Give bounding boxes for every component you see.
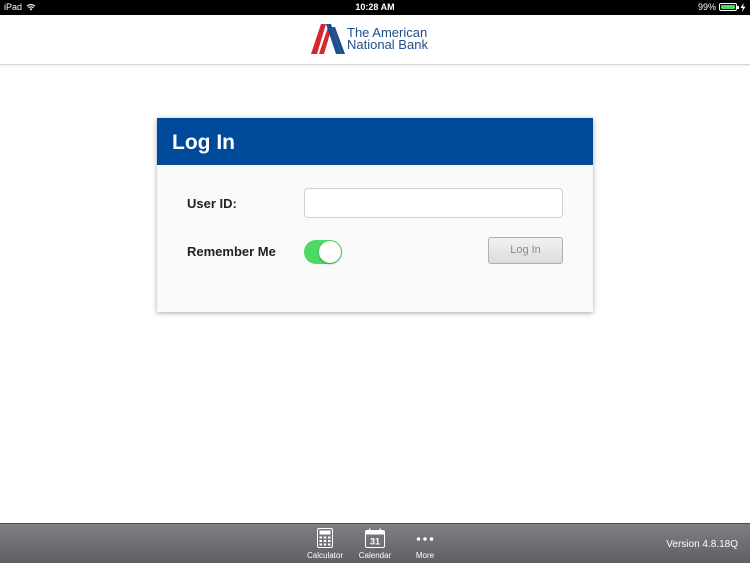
login-card-title: Log In bbox=[157, 118, 593, 165]
more-label: More bbox=[415, 551, 435, 560]
battery-fill bbox=[721, 5, 735, 9]
calendar-icon: 31 bbox=[365, 528, 385, 548]
logo-line-2: National Bank bbox=[347, 37, 428, 52]
status-bar: iPad 10:28 AM 99% bbox=[0, 0, 750, 15]
remember-me-toggle[interactable] bbox=[304, 240, 342, 264]
calendar-button[interactable]: 31 Calendar bbox=[350, 527, 400, 560]
version-label: Version 4.8.18Q bbox=[666, 539, 738, 550]
calendar-icon-day: 31 bbox=[370, 537, 380, 547]
calculator-label: Calculator bbox=[306, 551, 343, 560]
battery-icon bbox=[719, 3, 739, 11]
status-time: 10:28 AM bbox=[355, 2, 395, 12]
remember-me-label: Remember Me bbox=[187, 244, 276, 259]
more-icon bbox=[416, 537, 434, 541]
more-button[interactable]: More bbox=[400, 527, 450, 560]
charging-icon bbox=[740, 2, 746, 12]
login-card: Log In User ID: Remember Me Log In bbox=[157, 118, 593, 312]
toggle-knob bbox=[319, 241, 341, 263]
calculator-icon bbox=[317, 528, 333, 548]
calendar-label: Calendar bbox=[358, 551, 392, 560]
status-right: 99% bbox=[698, 2, 746, 12]
bank-logo: The American National Bank bbox=[311, 24, 428, 54]
userid-input[interactable] bbox=[304, 188, 563, 218]
battery-percent: 99% bbox=[697, 2, 716, 12]
app-header: The American National Bank bbox=[0, 15, 750, 65]
bottom-toolbar: Calculator 31 Calendar More Version 4.8.… bbox=[0, 523, 750, 563]
bank-logo-text: The American National Bank bbox=[347, 26, 428, 52]
calculator-button[interactable]: Calculator bbox=[300, 527, 350, 560]
userid-label: User ID: bbox=[187, 196, 237, 211]
login-button[interactable]: Log In bbox=[488, 237, 563, 264]
bank-logo-icon bbox=[311, 24, 345, 54]
